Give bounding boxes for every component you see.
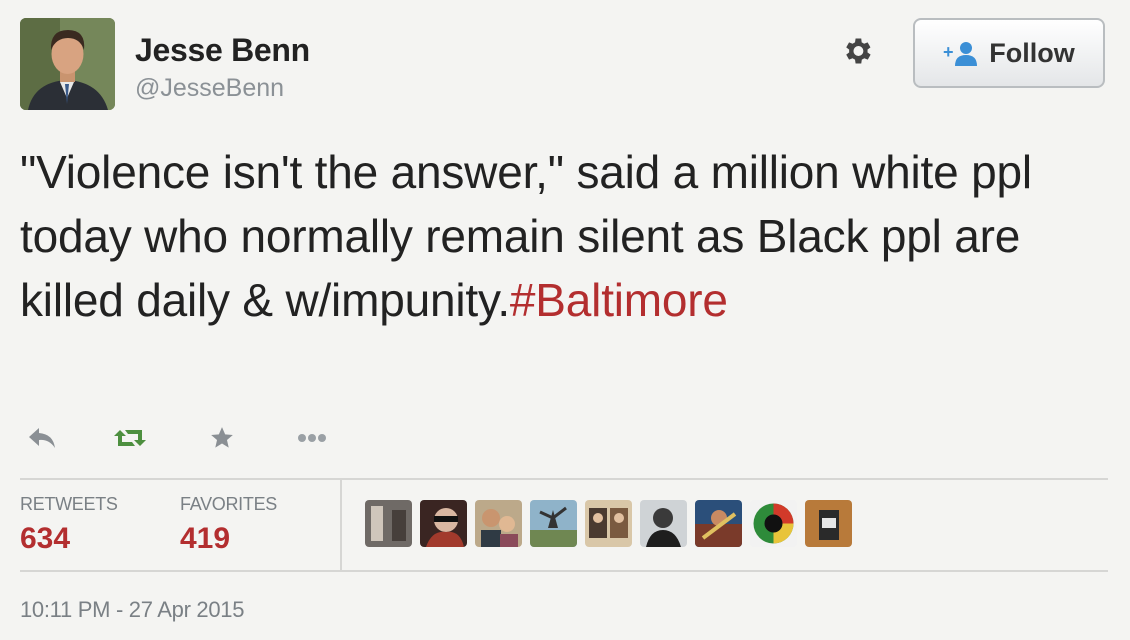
user-handle[interactable]: @JesseBenn <box>135 74 310 102</box>
favoriter-avatar[interactable] <box>695 500 742 547</box>
avatar[interactable] <box>20 18 115 110</box>
favoriter-avatar[interactable] <box>420 500 467 547</box>
tweet-stats: RETWEETS 634 FAVORITES 419 <box>20 480 1108 570</box>
divider-bottom <box>20 570 1108 572</box>
tweet-actions <box>22 420 332 456</box>
favorites-label: FAVORITES <box>180 494 277 514</box>
favorite-star-icon[interactable] <box>202 420 242 456</box>
stats-separator <box>340 480 342 570</box>
add-person-icon: + <box>943 40 979 66</box>
tweet-header: Jesse Benn @JesseBenn + Follow <box>20 18 1110 113</box>
avatar-image <box>20 18 115 110</box>
favoriter-avatar[interactable] <box>585 500 632 547</box>
retweets-label: RETWEETS <box>20 494 118 514</box>
favoriter-avatar[interactable] <box>750 500 797 547</box>
tweet-timestamp[interactable]: 10:11 PM - 27 Apr 2015 <box>20 597 244 623</box>
tweet-text: "Violence isn't the answer," said a mill… <box>20 140 1120 332</box>
favoriter-avatar[interactable] <box>640 500 687 547</box>
svg-text:+: + <box>943 42 954 62</box>
favorites-stat[interactable]: FAVORITES 419 <box>180 494 277 556</box>
favoriter-avatar[interactable] <box>475 500 522 547</box>
more-dots-icon[interactable] <box>292 420 332 456</box>
follow-button[interactable]: + Follow <box>913 18 1105 88</box>
favoriter-avatar[interactable] <box>365 500 412 547</box>
user-names: Jesse Benn @JesseBenn <box>135 32 310 102</box>
retweets-count: 634 <box>20 522 71 555</box>
favoriters-avatars <box>365 500 852 547</box>
gear-icon[interactable] <box>838 32 876 70</box>
favoriter-avatar[interactable] <box>530 500 577 547</box>
favoriter-avatar[interactable] <box>805 500 852 547</box>
follow-label: Follow <box>989 37 1075 68</box>
reply-icon[interactable] <box>22 420 62 456</box>
retweet-icon[interactable] <box>110 420 150 456</box>
user-full-name[interactable]: Jesse Benn <box>135 32 310 68</box>
hashtag-link[interactable]: #Baltimore <box>510 274 728 326</box>
retweets-stat[interactable]: RETWEETS 634 <box>20 494 118 556</box>
favorites-count: 419 <box>180 522 231 555</box>
